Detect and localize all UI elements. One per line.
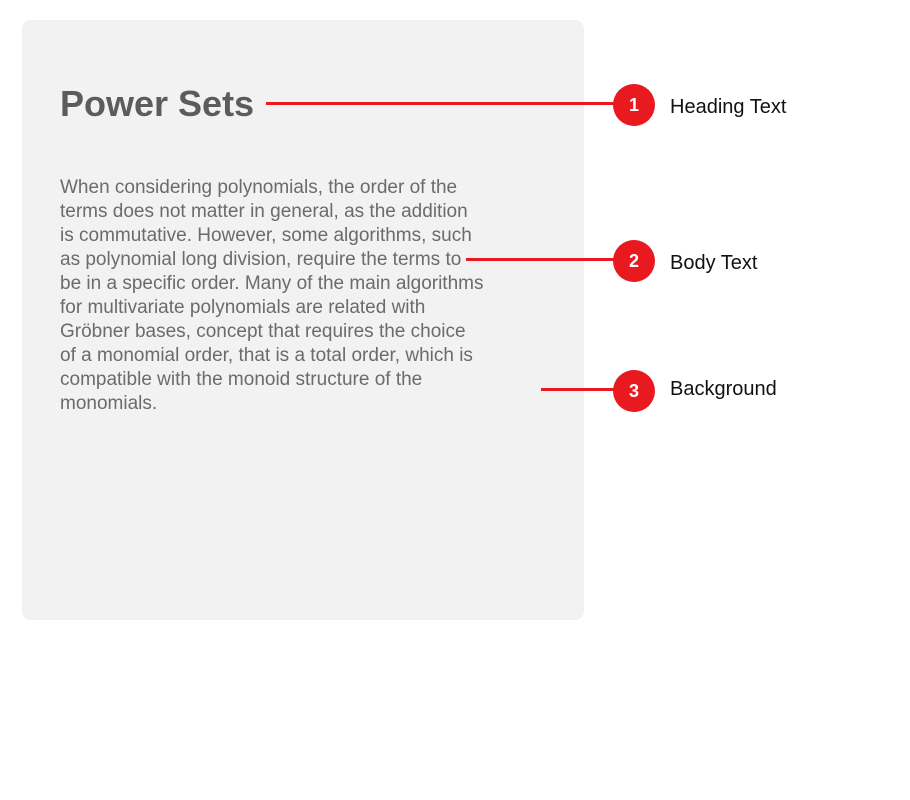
callout-label-body-text: Body Text xyxy=(670,252,758,274)
callout-badge-2: 2 xyxy=(613,240,655,282)
callout-label-background: Background xyxy=(670,378,777,400)
body-text: When considering polynomials, the order … xyxy=(60,177,484,414)
callout-badge-1: 1 xyxy=(613,84,655,126)
callout-line-3 xyxy=(541,388,616,391)
heading-text: Power Sets xyxy=(60,83,255,124)
callout-label-heading-text: Heading Text xyxy=(670,96,787,118)
callout-line-1 xyxy=(266,102,616,105)
callout-line-2 xyxy=(466,258,616,261)
callout-badge-3: 3 xyxy=(613,370,655,412)
